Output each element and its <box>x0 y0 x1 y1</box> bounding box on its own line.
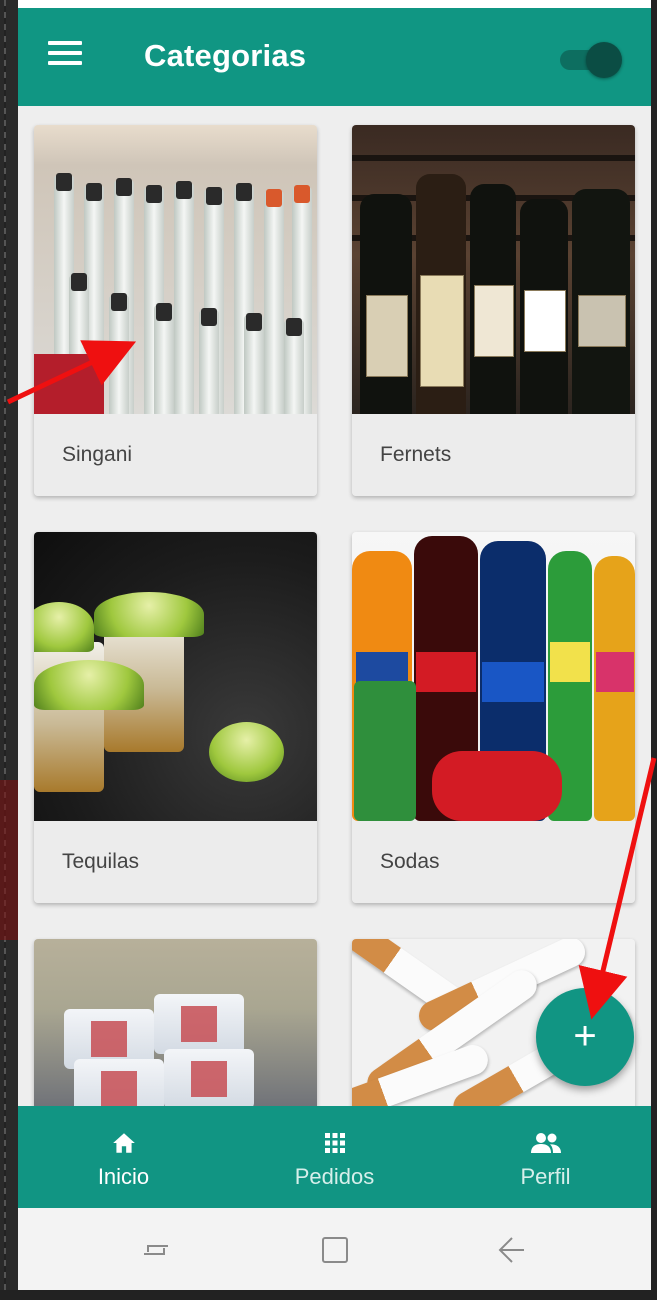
annotation-arrows <box>6 340 657 1020</box>
annotation-arrow-singani <box>6 340 137 405</box>
annotation-arrow-fab <box>578 757 657 1020</box>
